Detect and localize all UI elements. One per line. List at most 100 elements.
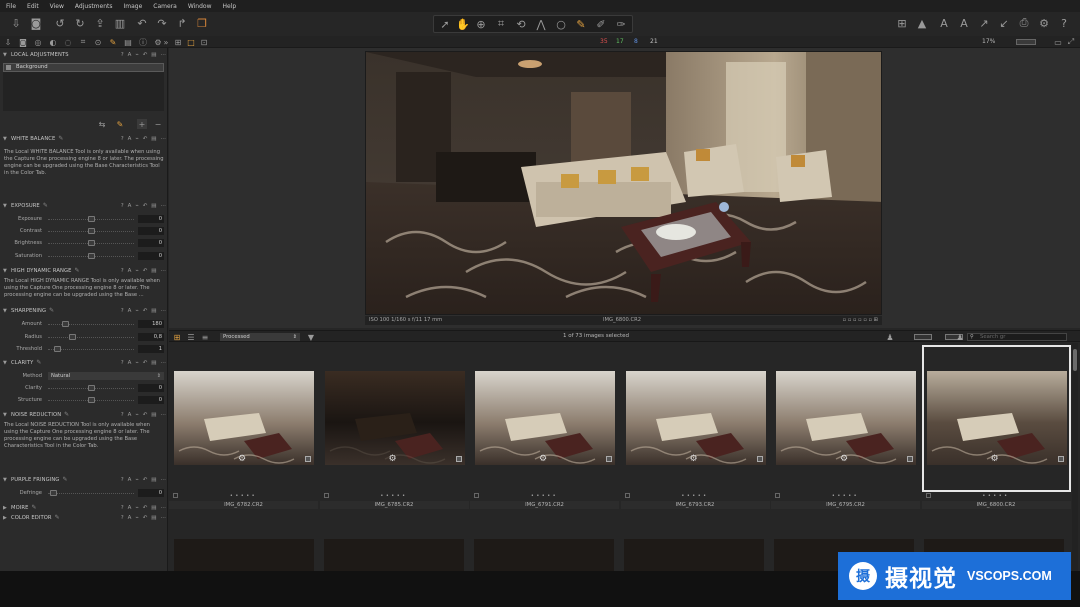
- hdr-header[interactable]: ▼ HIGH DYNAMIC RANGE ✎ ? A ⌁ ↶ ▤ ⋯: [0, 266, 167, 275]
- brush-icon[interactable]: ✎: [574, 17, 588, 31]
- star-rating[interactable]: •••••: [621, 493, 770, 499]
- gear-icon[interactable]: ⚙: [389, 454, 397, 464]
- picker-icon[interactable]: ⌁: [135, 52, 138, 58]
- more-icon[interactable]: ⋯: [161, 412, 167, 418]
- purple-fringing-header[interactable]: ▼ PURPLE FRINGING ✎ ? A ⌁ ↶ ▤ ⋯: [0, 475, 167, 484]
- slider-track[interactable]: [48, 324, 134, 325]
- copy-icon[interactable]: ▤: [151, 203, 156, 209]
- rotate-icon[interactable]: ⟲: [514, 17, 528, 31]
- thumbnail-image[interactable]: [174, 371, 314, 465]
- slider-knob[interactable]: [62, 321, 70, 327]
- auto-icon[interactable]: A: [128, 477, 132, 483]
- menu-edit[interactable]: Edit: [27, 3, 39, 10]
- select-cursor-icon[interactable]: ➚: [438, 17, 452, 31]
- defringe-slider[interactable]: Defringe 0: [0, 488, 167, 498]
- help-icon[interactable]: ?: [121, 505, 124, 511]
- exposure-slider[interactable]: Exposure 0: [0, 214, 167, 224]
- slider-value[interactable]: 0: [138, 239, 164, 247]
- thumbnail-image[interactable]: [475, 371, 615, 465]
- pan-icon[interactable]: ✋: [456, 17, 470, 31]
- menu-view[interactable]: View: [50, 3, 64, 10]
- main-photo[interactable]: [365, 51, 882, 315]
- eraser-icon[interactable]: ✐: [594, 17, 608, 31]
- layer-brush-icon[interactable]: ✎: [115, 119, 125, 129]
- thumbnail-row2[interactable]: [624, 539, 764, 571]
- local-adjustments-tab-icon[interactable]: ✎: [108, 37, 118, 47]
- reset-icon[interactable]: ↶: [143, 203, 148, 209]
- layer-checkbox[interactable]: [6, 65, 11, 70]
- picker-icon[interactable]: ⌁: [135, 412, 138, 418]
- picker-icon[interactable]: ⌁: [135, 308, 138, 314]
- amount-slider[interactable]: Amount 180: [0, 319, 167, 329]
- auto-icon[interactable]: A: [128, 308, 132, 314]
- reset-icon[interactable]: ↶: [143, 360, 148, 366]
- details-tab-icon[interactable]: ⊙: [93, 37, 103, 47]
- sharpening-header[interactable]: ▼ SHARPENING ✎ ? A ⌁ ↶ ▤ ⋯: [0, 306, 167, 315]
- trash-icon[interactable]: ▥: [113, 16, 127, 30]
- white-balance-header[interactable]: ▼ WHITE BALANCE ✎ ? A ⌁ ↶ ▤ ⋯: [0, 134, 167, 143]
- person-icon[interactable]: ♟: [955, 332, 965, 342]
- slider-knob[interactable]: [88, 240, 95, 246]
- text-icon[interactable]: A: [937, 16, 951, 30]
- auto-icon[interactable]: A: [128, 412, 132, 418]
- more-icon[interactable]: ⋯: [161, 52, 167, 58]
- auto-icon[interactable]: A: [128, 136, 132, 142]
- remove-layer-icon[interactable]: −: [153, 119, 163, 129]
- slider-knob[interactable]: [88, 385, 95, 391]
- arrow-down-left-icon[interactable]: ↙: [997, 16, 1011, 30]
- thumbnail[interactable]: ⚙ ••••• IMG_6793.CR2: [620, 343, 770, 509]
- zoom-slider[interactable]: [1016, 39, 1036, 45]
- list-view-icon[interactable]: ☰: [186, 332, 196, 342]
- help-icon[interactable]: ?: [121, 360, 124, 366]
- slider-value[interactable]: 0: [138, 489, 164, 497]
- warning-icon[interactable]: ▲: [915, 16, 929, 30]
- print-icon[interactable]: ⎙: [1017, 16, 1031, 30]
- slider-knob[interactable]: [54, 346, 62, 352]
- clarity-method-select[interactable]: Natural ⇕: [48, 372, 164, 380]
- thumbnail-image[interactable]: [776, 371, 916, 465]
- more-icon[interactable]: ⋯: [161, 203, 167, 209]
- saturation-slider[interactable]: Saturation 0: [0, 251, 167, 261]
- apply-adjustments-icon[interactable]: ❐: [195, 16, 209, 30]
- help-icon[interactable]: ?: [121, 52, 124, 58]
- arrow-up-right-icon[interactable]: ↗: [977, 16, 991, 30]
- picker-icon[interactable]: ⌁: [135, 203, 138, 209]
- text-a-icon[interactable]: A: [957, 16, 971, 30]
- reset-icon[interactable]: ↶: [143, 52, 148, 58]
- undo-icon[interactable]: ↶: [135, 16, 149, 30]
- reset-icon[interactable]: ↶: [143, 505, 148, 511]
- thumbnail-size-slider[interactable]: [914, 334, 932, 340]
- picker-icon[interactable]: ⌁: [135, 515, 138, 521]
- star-rating[interactable]: •••••: [771, 493, 920, 499]
- capture-tab-icon[interactable]: ◙: [18, 37, 28, 47]
- slider-value[interactable]: 0: [138, 227, 164, 235]
- copy-icon[interactable]: ▤: [151, 360, 156, 366]
- menu-help[interactable]: Help: [223, 3, 237, 10]
- gear-icon[interactable]: ⚙: [991, 454, 999, 464]
- picker-icon[interactable]: ⌁: [135, 477, 138, 483]
- redo-icon[interactable]: ↷: [155, 16, 169, 30]
- more-icon[interactable]: ⋯: [161, 360, 167, 366]
- copy-icon[interactable]: ▤: [151, 308, 156, 314]
- reset-icon[interactable]: ↶: [143, 136, 148, 142]
- help-icon[interactable]: ?: [121, 477, 124, 483]
- thumbnail[interactable]: ⚙ ••••• IMG_6795.CR2: [771, 343, 920, 509]
- crop-icon[interactable]: ⌗: [494, 17, 508, 31]
- slider-track[interactable]: [48, 337, 134, 338]
- rotate-right-icon[interactable]: ↻: [73, 16, 87, 30]
- lens-tab-icon[interactable]: ◌: [63, 37, 73, 47]
- picker-icon[interactable]: ⌁: [135, 360, 138, 366]
- slider-value[interactable]: 0: [138, 384, 164, 392]
- more-tabs-icon[interactable]: »: [161, 37, 171, 47]
- import-icon[interactable]: ⇩: [9, 16, 23, 30]
- local-adjustments-header[interactable]: ▼ LOCAL ADJUSTMENTS ? A ⌁ ↶ ▤ ⋯: [0, 50, 167, 59]
- gear-icon[interactable]: ⚙: [690, 454, 698, 464]
- slider-value[interactable]: 0: [138, 215, 164, 223]
- reset-icon[interactable]: ↶: [143, 412, 148, 418]
- slider-knob[interactable]: [68, 334, 76, 340]
- auto-icon[interactable]: A: [128, 203, 132, 209]
- help-icon[interactable]: ?: [121, 268, 124, 274]
- gear-icon[interactable]: ⚙: [840, 454, 848, 464]
- composition-tab-icon[interactable]: ⌗: [78, 37, 88, 47]
- thumbnail-image[interactable]: [926, 371, 1067, 465]
